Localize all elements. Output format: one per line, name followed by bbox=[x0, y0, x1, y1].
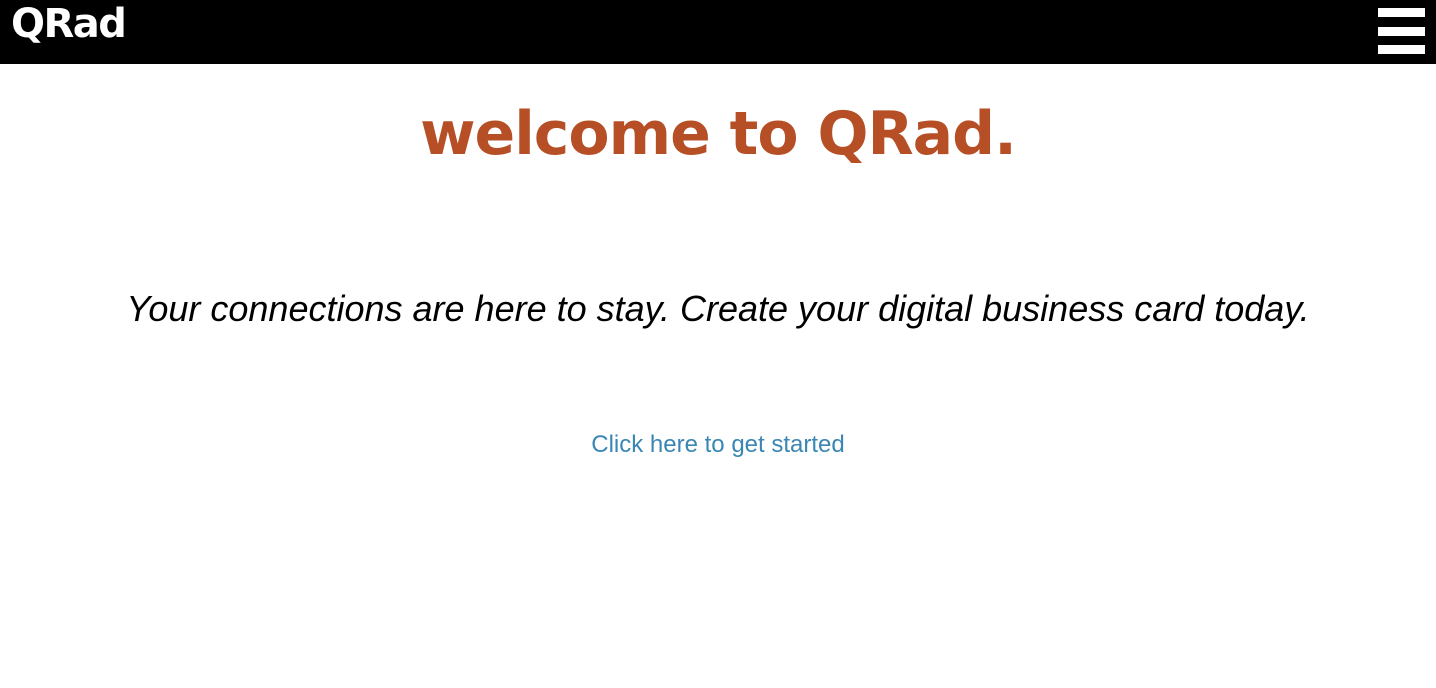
menu-bar-bottom bbox=[1378, 45, 1425, 54]
menu-bar-middle bbox=[1378, 27, 1425, 36]
navbar: QRad bbox=[0, 0, 1436, 64]
get-started-link[interactable]: Click here to get started bbox=[591, 431, 844, 458]
cta-container: Click here to get started bbox=[0, 428, 1436, 462]
brand-logo[interactable]: QRad bbox=[11, 0, 127, 52]
welcome-heading: welcome to QRad. bbox=[420, 99, 1017, 169]
menu-bar-top bbox=[1378, 8, 1425, 17]
tagline: Your connections are here to stay. Creat… bbox=[126, 288, 1310, 329]
hamburger-menu-icon[interactable] bbox=[1378, 8, 1425, 54]
